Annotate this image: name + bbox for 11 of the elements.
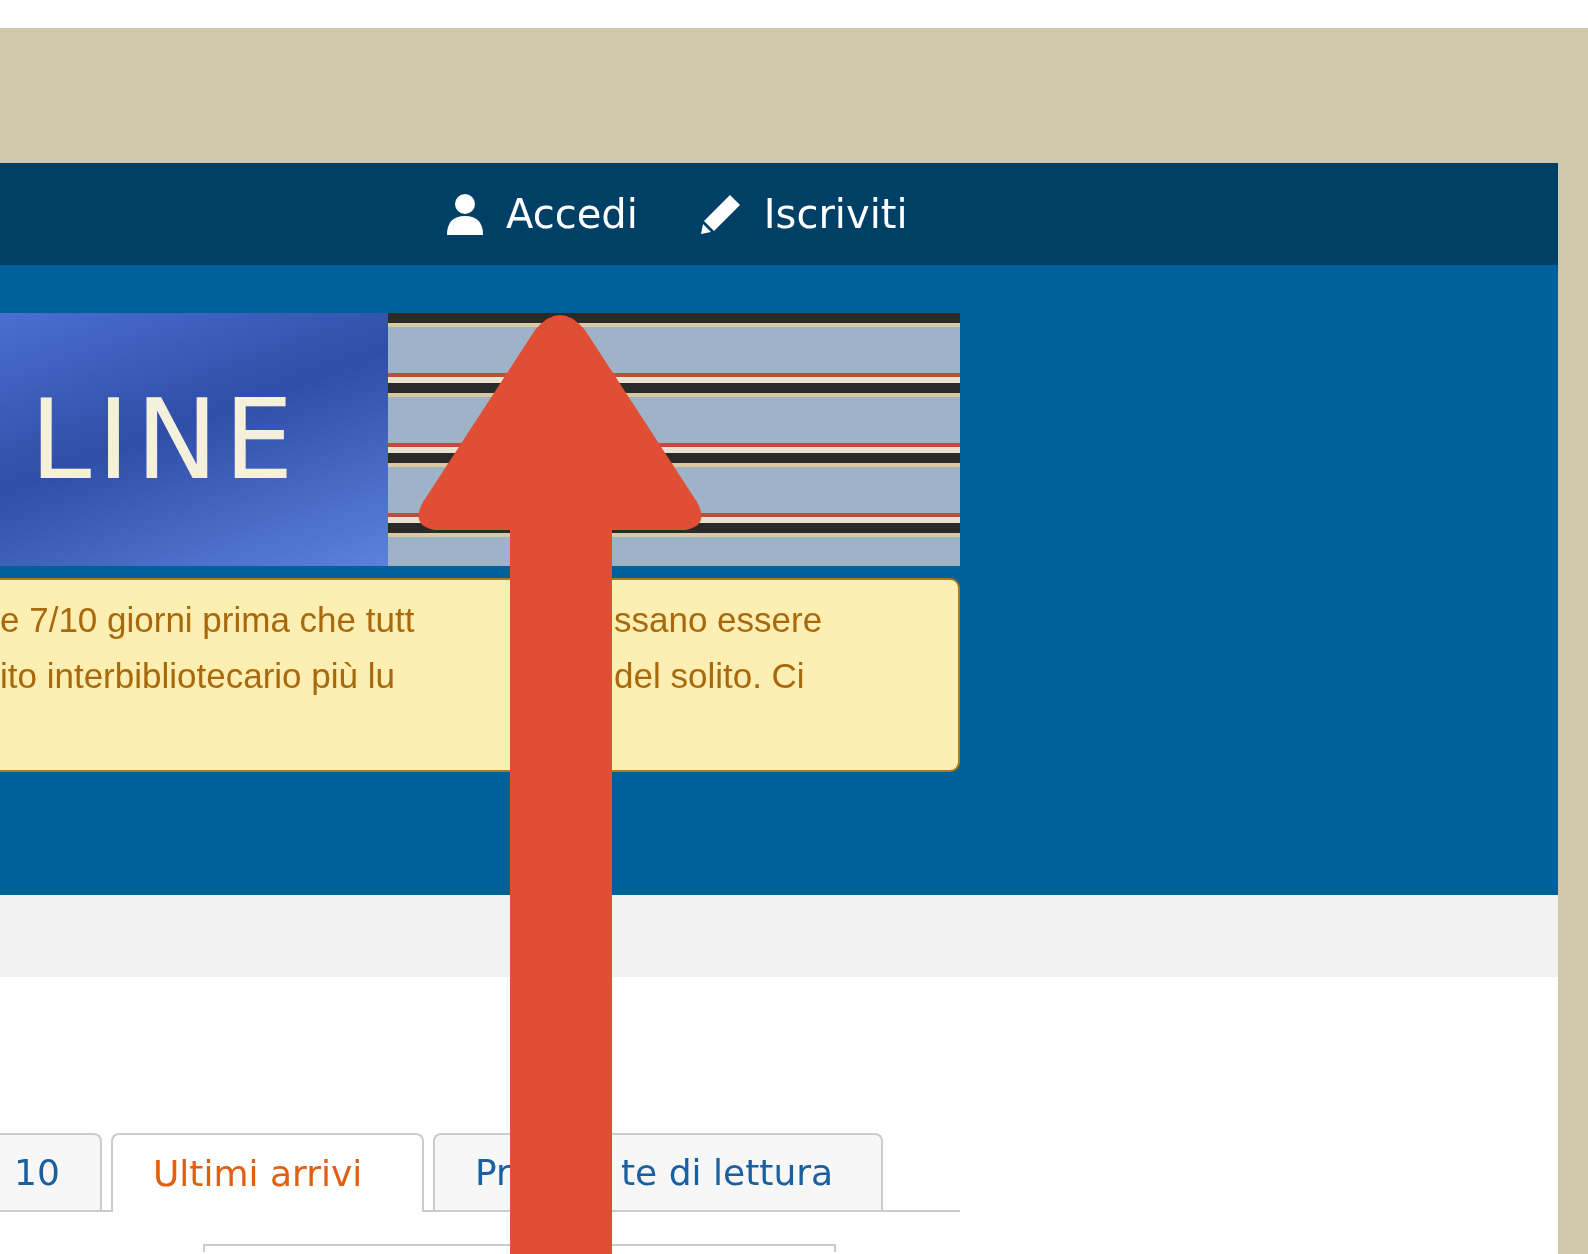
tab[interactable]: 10	[0, 1133, 102, 1210]
notice-text: ito interbibliotecario più lu	[0, 654, 396, 697]
login-link[interactable]: Accedi	[440, 184, 644, 244]
notice-text: del solito. Ci	[614, 654, 805, 697]
tab[interactable]: Ultimi arrivi	[111, 1133, 424, 1212]
banner-logo-text: LINE	[30, 384, 300, 495]
notice-text: e 7/10 giorni prima che tutt	[0, 598, 416, 641]
pencil-icon	[699, 193, 742, 235]
notice-text: ssano essere	[614, 598, 823, 641]
signup-link[interactable]: Iscriviti	[693, 184, 914, 244]
user-icon	[446, 193, 484, 235]
